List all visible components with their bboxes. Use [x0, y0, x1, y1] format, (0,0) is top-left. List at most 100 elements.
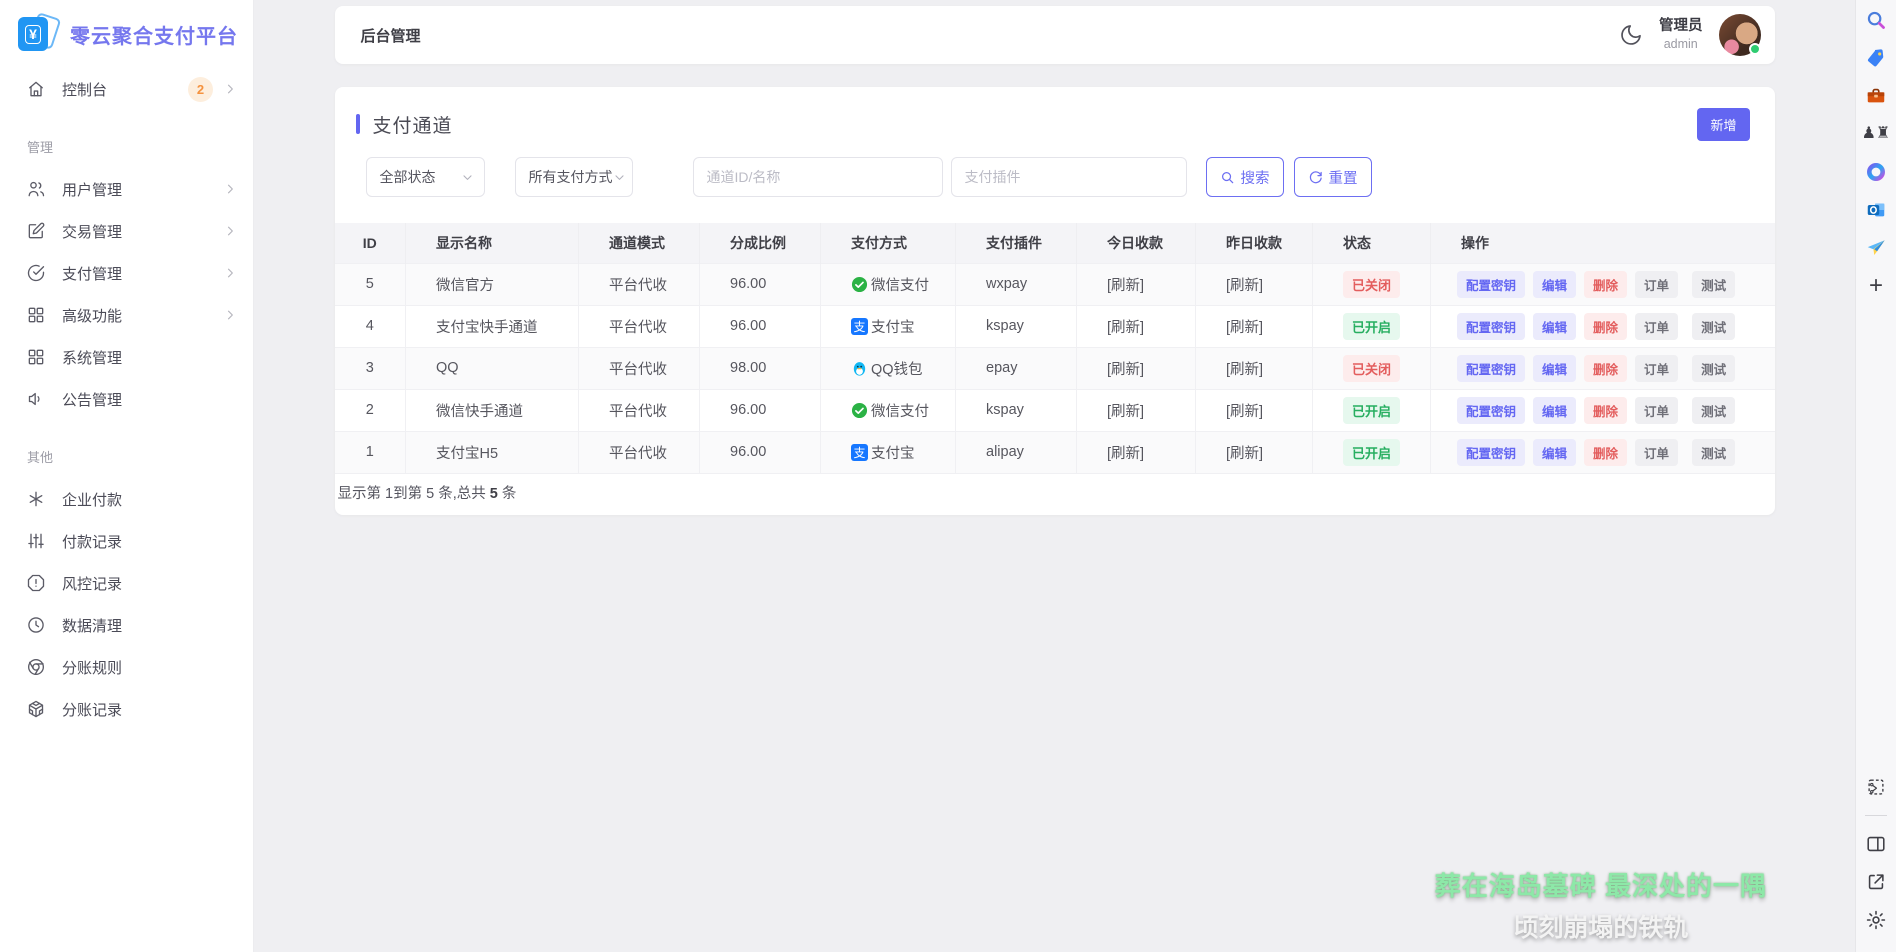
toolbox-icon[interactable] — [1864, 84, 1888, 108]
configure-key-button[interactable]: 配置密钥 — [1457, 313, 1525, 340]
add-icon[interactable]: + — [1864, 274, 1888, 298]
sidebar-item-system-management[interactable]: 系统管理 — [0, 336, 253, 378]
refresh-yesterday-link[interactable]: [刷新] — [1226, 278, 1263, 294]
configure-key-button[interactable]: 配置密钥 — [1457, 439, 1525, 466]
cell-name: 支付宝快手通道 — [406, 305, 579, 347]
status-select[interactable]: 全部状态 — [366, 157, 485, 197]
refresh-today-link[interactable]: [刷新] — [1107, 320, 1144, 336]
edit-button[interactable]: 编辑 — [1533, 313, 1576, 340]
cell-status: 已开启 — [1313, 431, 1431, 473]
reset-button[interactable]: 重置 — [1294, 157, 1372, 197]
delete-button[interactable]: 删除 — [1584, 271, 1627, 298]
cell-yesterday: [刷新] — [1196, 263, 1313, 305]
sidebar-item-console[interactable]: 控制台 2 — [0, 68, 253, 110]
status-badge: 已开启 — [1343, 313, 1400, 340]
tag-icon[interactable] — [1864, 46, 1888, 70]
order-button[interactable]: 订单 — [1635, 439, 1678, 466]
test-button[interactable]: 测试 — [1692, 313, 1735, 340]
order-button[interactable]: 订单 — [1635, 355, 1678, 382]
delete-button[interactable]: 删除 — [1584, 313, 1627, 340]
screenshot-icon[interactable] — [1864, 775, 1888, 799]
sidebar-item-enterprise-payment[interactable]: 企业付款 — [0, 478, 253, 520]
chevron-down-icon — [613, 171, 626, 184]
user-info[interactable]: 管理员 admin — [1659, 17, 1703, 52]
cell-status: 已开启 — [1313, 389, 1431, 431]
test-button[interactable]: 测试 — [1692, 271, 1735, 298]
refresh-yesterday-link[interactable]: [刷新] — [1226, 446, 1263, 462]
delete-button[interactable]: 删除 — [1584, 355, 1627, 382]
sidebar-item-risk-control-records[interactable]: 风控记录 — [0, 562, 253, 604]
refresh-yesterday-link[interactable]: [刷新] — [1226, 404, 1263, 420]
sidebar-item-data-cleanup[interactable]: 数据清理 — [0, 604, 253, 646]
sidebar-item-label: 用户管理 — [62, 179, 223, 200]
refresh-today-link[interactable]: [刷新] — [1107, 362, 1144, 378]
edit-button[interactable]: 编辑 — [1533, 439, 1576, 466]
home-icon — [26, 79, 46, 99]
sidebar-item-payment-records[interactable]: 付款记录 — [0, 520, 253, 562]
cell-method: 支支付宝 — [821, 305, 956, 347]
sidebar-item-transaction-management[interactable]: 交易管理 — [0, 210, 253, 252]
open-external-icon[interactable] — [1864, 870, 1888, 894]
check-circle-icon — [26, 263, 46, 283]
console-badge: 2 — [188, 77, 213, 102]
m365-loop-icon[interactable] — [1864, 160, 1888, 184]
edit-button[interactable]: 编辑 — [1533, 355, 1576, 382]
chevron-right-icon — [223, 392, 237, 406]
refresh-today-link[interactable]: [刷新] — [1107, 278, 1144, 294]
column-header-id: ID — [335, 223, 406, 263]
configure-key-button[interactable]: 配置密钥 — [1457, 271, 1525, 298]
cell-ratio: 96.00 — [700, 431, 821, 473]
test-button[interactable]: 测试 — [1692, 397, 1735, 424]
logo-icon: ¥ — [16, 12, 60, 56]
refresh-yesterday-link[interactable]: [刷新] — [1226, 320, 1263, 336]
app-logo: ¥ 零云聚合支付平台 — [0, 0, 253, 64]
cell-status: 已开启 — [1313, 305, 1431, 347]
test-button[interactable]: 测试 — [1692, 439, 1735, 466]
method-select[interactable]: 所有支付方式 — [515, 157, 633, 197]
plugin-input[interactable] — [951, 157, 1187, 197]
settings-gear-icon[interactable] — [1864, 908, 1888, 932]
split-screen-icon[interactable] — [1864, 832, 1888, 856]
chevron-right-icon — [223, 82, 237, 96]
chess-icon[interactable]: ♟♜ — [1864, 122, 1888, 146]
refresh-yesterday-link[interactable]: [刷新] — [1226, 362, 1263, 378]
sidebar-item-advanced-features[interactable]: 高级功能 — [0, 294, 253, 336]
status-badge: 已关闭 — [1343, 355, 1400, 382]
order-button[interactable]: 订单 — [1635, 271, 1678, 298]
refresh-today-link[interactable]: [刷新] — [1107, 404, 1144, 420]
sidebar-item-payment-management[interactable]: 支付管理 — [0, 252, 253, 294]
cell-mode: 平台代收 — [579, 389, 700, 431]
avatar[interactable] — [1719, 14, 1761, 56]
configure-key-button[interactable]: 配置密钥 — [1457, 355, 1525, 382]
app-title: 零云聚合支付平台 — [70, 20, 238, 49]
refresh-today-link[interactable]: [刷新] — [1107, 446, 1144, 462]
chevron-right-icon — [223, 618, 237, 632]
sidebar-item-announcement-management[interactable]: 公告管理 — [0, 378, 253, 420]
edit-button[interactable]: 编辑 — [1533, 397, 1576, 424]
test-button[interactable]: 测试 — [1692, 355, 1735, 382]
column-header-yesterday: 昨日收款 — [1196, 223, 1313, 263]
order-button[interactable]: 订单 — [1635, 397, 1678, 424]
outlook-icon[interactable] — [1864, 198, 1888, 222]
sidebar-item-split-rules[interactable]: 分账规则 — [0, 646, 253, 688]
edit-button[interactable]: 编辑 — [1533, 271, 1576, 298]
sidebar-item-user-management[interactable]: 用户管理 — [0, 168, 253, 210]
cell-actions: 配置密钥编辑删除订单测试 — [1431, 263, 1775, 305]
search-icon[interactable] — [1864, 8, 1888, 32]
order-button[interactable]: 订单 — [1635, 313, 1678, 340]
channel-id-input[interactable] — [693, 157, 943, 197]
add-button[interactable]: 新增 — [1697, 108, 1749, 141]
table-row: 5 微信官方 平台代收 96.00 微信支付 wxpay [刷新] [刷新] 已… — [335, 263, 1775, 305]
cell-yesterday: [刷新] — [1196, 431, 1313, 473]
sidebar-item-split-records[interactable]: 分账记录 — [0, 688, 253, 730]
search-button[interactable]: 搜索 — [1206, 157, 1284, 197]
delete-button[interactable]: 删除 — [1584, 439, 1627, 466]
configure-key-button[interactable]: 配置密钥 — [1457, 397, 1525, 424]
subtitle-line-1: 葬在海岛墓碑 最深处的一隅 — [1435, 866, 1767, 903]
top-header: 后台管理 管理员 admin — [335, 6, 1775, 64]
cell-mode: 平台代收 — [579, 431, 700, 473]
delete-button[interactable]: 删除 — [1584, 397, 1627, 424]
send-icon[interactable] — [1864, 236, 1888, 260]
sidebar-section-label: 管理 — [0, 110, 253, 168]
dark-mode-moon-icon[interactable] — [1619, 23, 1643, 47]
